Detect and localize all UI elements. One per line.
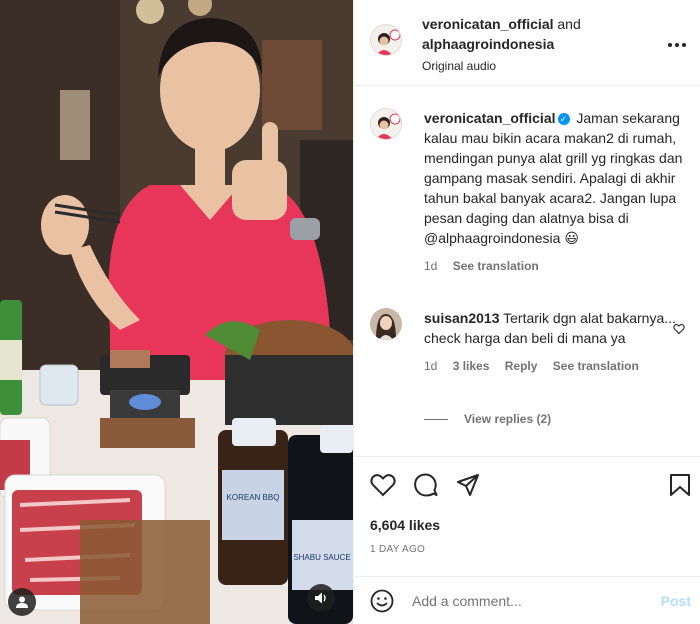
post-details-panel: veronicatan_official and alphaagroindone… (353, 0, 700, 624)
view-replies-label: View replies (2) (464, 412, 552, 426)
more-options-button[interactable] (667, 32, 687, 53)
speaker-icon (315, 592, 326, 604)
caption-meta: 1d See translation (424, 256, 686, 276)
caption-body: veronicatan_official ✓ Jaman sekarang kal… (424, 108, 686, 276)
caption-username[interactable]: veronicatan_official (424, 110, 556, 126)
collaborator-username[interactable]: alphaagroindonesia (422, 36, 554, 52)
post-media[interactable]: KOREAN BBQ SHABU SAUCE (0, 0, 353, 624)
share-button[interactable] (456, 473, 480, 502)
caption: veronicatan_official ✓ Jaman sekarang kal… (370, 108, 685, 288)
comment-meta: 1d 3 likes Reply See translation (424, 356, 686, 376)
connector-text: and (557, 16, 581, 32)
bookmark-icon (670, 474, 690, 496)
save-button[interactable] (669, 473, 691, 502)
commenter-avatar[interactable] (370, 308, 402, 340)
caption-text: Jaman sekarang kalau mau bikin acara mak… (424, 110, 683, 246)
add-comment-bar: Post (354, 576, 700, 624)
audio-toggle-button[interactable] (307, 584, 335, 612)
heart-icon (673, 324, 685, 335)
more-horizontal-icon (668, 43, 686, 47)
comment-item: suisan2013 Tertarik dgn alat bakarnya...… (370, 308, 685, 408)
bottle-label-2: SHABU SAUCE (293, 553, 350, 562)
comment-button[interactable] (414, 473, 438, 502)
caption-avatar[interactable] (370, 108, 402, 140)
comment-body: suisan2013 Tertarik dgn alat bakarnya...… (424, 308, 686, 376)
tagged-users-button[interactable] (8, 588, 36, 616)
comment-see-translation[interactable]: See translation (553, 359, 639, 373)
like-button[interactable] (370, 473, 396, 502)
avatar-image (371, 109, 401, 139)
author-username[interactable]: veronicatan_official (422, 16, 554, 32)
emoji-icon (370, 589, 394, 613)
post-header: veronicatan_official and alphaagroindone… (354, 0, 700, 86)
caption-see-translation[interactable]: See translation (453, 259, 539, 273)
post-comment-button[interactable]: Post (661, 593, 691, 609)
bottle-label-1: KOREAN BBQ (227, 493, 280, 502)
commenter-username[interactable]: suisan2013 (424, 310, 500, 326)
view-replies-button[interactable]: View replies (2) (424, 412, 551, 426)
avatar-image (370, 308, 402, 340)
action-icons (370, 473, 480, 502)
comment-input[interactable] (412, 589, 642, 613)
comment-like-button[interactable] (673, 322, 685, 340)
user-icon (16, 596, 28, 608)
audio-link[interactable]: Original audio (422, 56, 652, 76)
video-frame: KOREAN BBQ SHABU SAUCE (0, 0, 353, 624)
emoji-button[interactable] (370, 589, 394, 618)
likes-count[interactable]: 6,604 likes (370, 517, 440, 533)
verified-badge-icon: ✓ (557, 113, 570, 125)
header-text: veronicatan_official and alphaagroindone… (422, 14, 652, 76)
post-date[interactable]: 1 DAY AGO (370, 544, 425, 555)
author-avatar[interactable] (370, 24, 402, 56)
comment-bubble-icon (414, 473, 438, 497)
avatar-image (371, 25, 401, 55)
caption-time[interactable]: 1d (424, 259, 437, 273)
comments-section[interactable]: veronicatan_official ✓ Jaman sekarang kal… (354, 86, 700, 456)
comment-time[interactable]: 1d (424, 359, 437, 373)
post-actions: 6,604 likes 1 DAY AGO (354, 456, 700, 576)
heart-icon (370, 474, 396, 497)
comment-likes[interactable]: 3 likes (453, 359, 490, 373)
replies-divider (424, 418, 448, 420)
send-icon (457, 474, 479, 496)
comment-reply-button[interactable]: Reply (505, 359, 538, 373)
